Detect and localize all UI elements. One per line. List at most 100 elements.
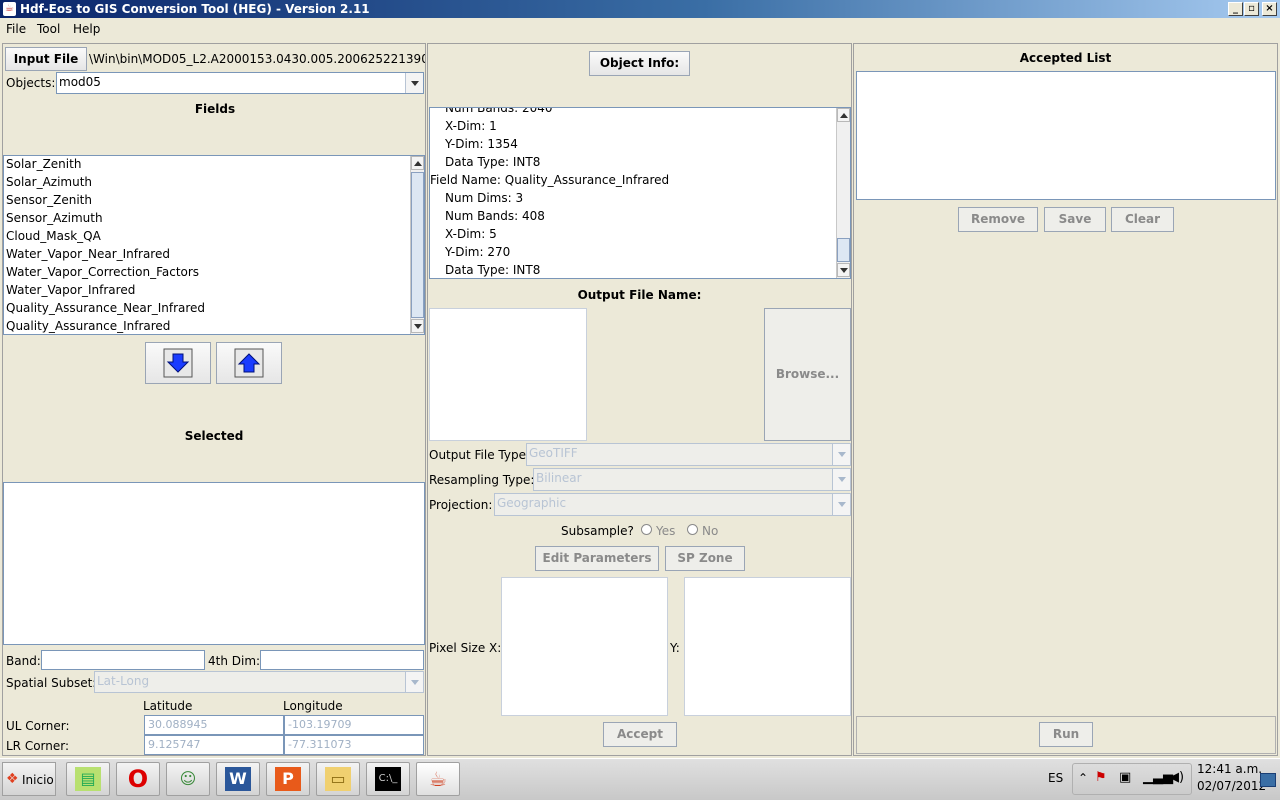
sticky-notes-icon: ▤ (75, 767, 101, 791)
accept-button[interactable]: Accept (603, 722, 677, 747)
chevron-down-icon[interactable] (405, 672, 423, 692)
fourth-dim-input[interactable] (260, 650, 424, 670)
band-input[interactable] (41, 650, 205, 670)
sp-zone-button[interactable]: SP Zone (665, 546, 745, 571)
info-scrollbar[interactable] (836, 108, 850, 278)
word-icon: W (225, 767, 251, 791)
chevron-down-icon[interactable] (405, 73, 423, 93)
taskbar-users[interactable]: ☺ (166, 762, 210, 796)
save-button[interactable]: Save (1044, 207, 1106, 232)
ul-latitude-input[interactable]: 30.088945 (144, 715, 284, 735)
menu-tool[interactable]: Tool (37, 22, 60, 36)
scroll-thumb[interactable] (837, 238, 850, 262)
fields-scrollbar[interactable] (410, 156, 424, 334)
title-bar: ☕ Hdf-Eos to GIS Conversion Tool (HEG) -… (0, 0, 1280, 18)
left-panel: Input File \Win\bin\MOD05_L2.A2000153.04… (2, 43, 426, 756)
selected-list[interactable] (3, 482, 425, 645)
accepted-list[interactable] (856, 71, 1276, 200)
list-item[interactable]: Sensor_Azimuth (6, 211, 103, 225)
object-info-button[interactable]: Object Info: (589, 51, 690, 76)
taskbar-explorer[interactable]: ▭ (316, 762, 360, 796)
remove-button[interactable]: Remove (958, 207, 1038, 232)
subsample-yes-label: Yes (656, 524, 676, 538)
info-line: Field Name: Quality_Assurance_Infrared (430, 173, 670, 187)
list-item[interactable]: Cloud_Mask_QA (6, 229, 101, 243)
menu-file[interactable]: File (6, 22, 26, 36)
start-button[interactable]: ❖ Inicio (2, 762, 56, 796)
list-item[interactable]: Solar_Azimuth (6, 175, 92, 189)
java-app-icon: ☕ (3, 2, 16, 16)
projection-value: Geographic (497, 496, 567, 510)
list-item[interactable]: Water_Vapor_Infrared (6, 283, 135, 297)
show-desktop-icon[interactable] (1260, 773, 1276, 787)
projection-label: Projection: (429, 498, 493, 512)
volume-icon[interactable]: ◀) (1169, 770, 1184, 785)
info-line: Num Bands: 2040 (445, 107, 553, 115)
taskbar-java[interactable]: ☕ (416, 762, 460, 796)
taskbar-opera[interactable]: O (116, 762, 160, 796)
add-field-button[interactable] (145, 342, 211, 384)
lr-latitude-input[interactable]: 9.125747 (144, 735, 284, 755)
subsample-label: Subsample? (561, 524, 634, 538)
pixel-size-x-input[interactable] (501, 577, 668, 716)
objects-dropdown[interactable]: mod05 (56, 72, 424, 94)
spatial-subset-label: Spatial Subset: (6, 676, 97, 690)
flag-icon[interactable]: ⚑ (1095, 770, 1107, 785)
fourth-dim-label: 4th Dim: (208, 654, 261, 668)
lr-longitude-input[interactable]: -77.311073 (284, 735, 424, 755)
taskbar-presentation[interactable]: P (266, 762, 310, 796)
scroll-down-icon[interactable] (411, 319, 424, 333)
language-indicator[interactable]: ES (1048, 771, 1063, 785)
band-label: Band: (6, 654, 41, 668)
clock-time[interactable]: 12:41 a.m. (1197, 762, 1262, 776)
list-item[interactable]: Water_Vapor_Near_Infrared (6, 247, 170, 261)
folder-icon: ▭ (325, 767, 351, 791)
run-button[interactable]: Run (1039, 722, 1093, 747)
projection-dropdown[interactable]: Geographic (494, 493, 851, 516)
spatial-subset-dropdown[interactable]: Lat-Long (94, 671, 424, 693)
list-item[interactable]: Quality_Assurance_Near_Infrared (6, 301, 205, 315)
lr-corner-label: LR Corner: (6, 739, 70, 753)
list-item[interactable]: Quality_Assurance_Infrared (6, 319, 170, 333)
object-info-box: Num Bands: 2040 X-Dim: 1 Y-Dim: 1354 Data T… (429, 107, 851, 279)
ul-longitude-input[interactable]: -103.19709 (284, 715, 424, 735)
subsample-no-radio[interactable] (687, 524, 698, 535)
fields-list[interactable]: Solar_Zenith Solar_Azimuth Sensor_Zenith… (3, 155, 425, 335)
resampling-type-dropdown[interactable]: Bilinear (533, 468, 851, 491)
list-item[interactable]: Sensor_Zenith (6, 193, 92, 207)
edit-parameters-button[interactable]: Edit Parameters (535, 546, 659, 571)
output-file-name-input[interactable] (429, 308, 587, 441)
scroll-up-icon[interactable] (411, 156, 424, 170)
chevron-down-icon[interactable] (832, 494, 850, 515)
chevron-up-icon[interactable]: ⌃ (1078, 771, 1088, 785)
pixel-size-y-input[interactable] (684, 577, 851, 716)
scroll-down-icon[interactable] (837, 263, 850, 277)
list-item[interactable]: Water_Vapor_Correction_Factors (6, 265, 199, 279)
close-button[interactable]: × (1262, 2, 1277, 16)
taskbar-cmd[interactable]: C:\_ (366, 762, 410, 796)
remove-field-button[interactable] (216, 342, 282, 384)
maximize-button[interactable]: ▫ (1244, 2, 1259, 16)
fields-label: Fields (194, 102, 236, 116)
list-item[interactable]: Solar_Zenith (6, 157, 81, 171)
info-line: Data Type: INT8 (445, 263, 541, 277)
output-file-type-dropdown[interactable]: GeoTIFF (526, 443, 851, 466)
taskbar-notes[interactable]: ▤ (66, 762, 110, 796)
power-icon[interactable]: ▣ (1119, 770, 1131, 785)
scroll-thumb[interactable] (411, 172, 424, 318)
terminal-icon: C:\_ (375, 767, 401, 791)
info-line: X-Dim: 5 (445, 227, 497, 241)
clear-button[interactable]: Clear (1111, 207, 1174, 232)
output-file-name-label: Output File Name: (577, 288, 702, 302)
clock-date[interactable]: 02/07/2012 (1197, 779, 1266, 793)
subsample-yes-radio[interactable] (641, 524, 652, 535)
menu-help[interactable]: Help (73, 22, 100, 36)
scroll-up-icon[interactable] (837, 108, 850, 122)
input-file-button[interactable]: Input File (5, 47, 87, 71)
objects-value: mod05 (59, 75, 101, 89)
taskbar-word[interactable]: W (216, 762, 260, 796)
minimize-button[interactable]: _ (1228, 2, 1243, 16)
browse-button[interactable]: Browse... (764, 308, 851, 441)
chevron-down-icon[interactable] (832, 469, 850, 490)
chevron-down-icon[interactable] (832, 444, 850, 465)
